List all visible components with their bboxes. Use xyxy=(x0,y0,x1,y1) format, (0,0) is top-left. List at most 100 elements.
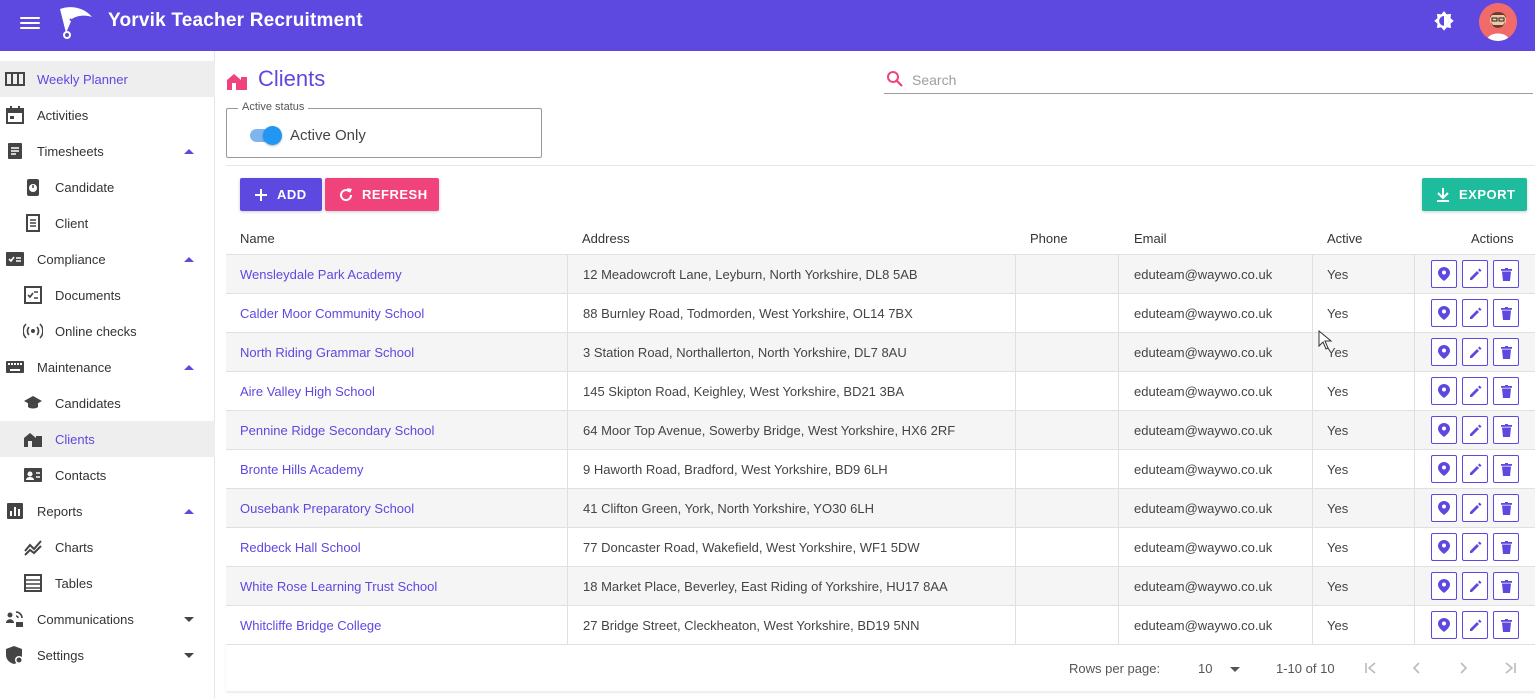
map-pin-icon[interactable] xyxy=(1431,260,1457,288)
sidebar-item-charts[interactable]: Charts xyxy=(0,529,215,565)
row-actions xyxy=(1414,255,1535,293)
shield-gear-icon xyxy=(6,646,23,664)
map-pin-icon[interactable] xyxy=(1431,572,1457,600)
edit-icon[interactable] xyxy=(1462,494,1488,522)
delete-icon[interactable] xyxy=(1493,572,1519,600)
client-phone xyxy=(1015,372,1118,410)
sidebar-item-clients[interactable]: Clients xyxy=(0,421,215,457)
client-name-link[interactable]: Aire Valley High School xyxy=(226,372,567,410)
map-pin-icon[interactable] xyxy=(1431,455,1457,483)
add-button[interactable]: ADD xyxy=(240,178,322,211)
sidebar-item-activities[interactable]: Activities xyxy=(0,97,215,133)
client-name-link[interactable]: Pennine Ridge Secondary School xyxy=(226,411,567,449)
active-only-toggle[interactable] xyxy=(249,126,283,145)
edit-icon[interactable] xyxy=(1462,533,1488,561)
column-header-name[interactable]: Name xyxy=(240,231,275,246)
sidebar-item-label: Tables xyxy=(55,575,93,591)
table-row: Calder Moor Community School 88 Burnley R… xyxy=(226,294,1535,333)
edit-icon[interactable] xyxy=(1462,416,1488,444)
client-phone xyxy=(1015,567,1118,605)
client-address: 145 Skipton Road, Keighley, West Yorkshi… xyxy=(567,372,1015,410)
map-pin-icon[interactable] xyxy=(1431,338,1457,366)
table-row: Wensleydale Park Academy 12 Meadowcroft L… xyxy=(226,255,1535,294)
edit-icon[interactable] xyxy=(1462,377,1488,405)
search-input[interactable] xyxy=(912,69,1512,91)
client-name-link[interactable]: Whitcliffe Bridge College xyxy=(226,606,567,644)
delete-icon[interactable] xyxy=(1493,260,1519,288)
refresh-button-label: REFRESH xyxy=(362,187,428,202)
rows-per-page-select[interactable]: 10 xyxy=(1198,661,1242,676)
client-name-link[interactable]: Ousebank Preparatory School xyxy=(226,489,567,527)
delete-icon[interactable] xyxy=(1493,455,1519,483)
edit-icon[interactable] xyxy=(1462,611,1488,639)
user-avatar[interactable] xyxy=(1479,3,1517,41)
map-pin-icon[interactable] xyxy=(1431,299,1457,327)
row-actions xyxy=(1414,333,1535,371)
sidebar-item-settings[interactable]: Settings xyxy=(0,637,215,673)
edit-icon[interactable] xyxy=(1462,260,1488,288)
sidebar-item-reports[interactable]: Reports xyxy=(0,493,215,529)
sidebar-item-maintenance[interactable]: Maintenance xyxy=(0,349,215,385)
client-name-link[interactable]: Redbeck Hall School xyxy=(226,528,567,566)
client-name-link[interactable]: Bronte Hills Academy xyxy=(226,450,567,488)
sidebar-item-candidates[interactable]: Candidates xyxy=(0,385,215,421)
column-header-address[interactable]: Address xyxy=(582,231,630,246)
mouse-cursor-icon xyxy=(1318,330,1332,350)
first-page-button[interactable] xyxy=(1360,657,1382,679)
graduation-cap-icon xyxy=(24,396,42,409)
delete-icon[interactable] xyxy=(1493,416,1519,444)
edit-icon[interactable] xyxy=(1462,572,1488,600)
client-name-link[interactable]: North Riding Grammar School xyxy=(226,333,567,371)
client-name-link[interactable]: Calder Moor Community School xyxy=(226,294,567,332)
edit-icon[interactable] xyxy=(1462,338,1488,366)
client-email: eduteam@waywo.co.uk xyxy=(1118,255,1313,293)
divider xyxy=(226,165,1535,166)
map-pin-icon[interactable] xyxy=(1431,611,1457,639)
client-name-link[interactable]: Wensleydale Park Academy xyxy=(226,255,567,293)
last-page-button[interactable] xyxy=(1499,657,1521,679)
delete-icon[interactable] xyxy=(1493,377,1519,405)
prev-page-button[interactable] xyxy=(1406,657,1428,679)
sidebar-item-communications[interactable]: Communications xyxy=(0,601,215,637)
column-header-phone[interactable]: Phone xyxy=(1030,231,1068,246)
export-button[interactable]: EXPORT xyxy=(1422,178,1527,211)
sidebar-item-client[interactable]: Client xyxy=(0,205,215,241)
delete-icon[interactable] xyxy=(1493,611,1519,639)
sidebar-item-candidate[interactable]: Candidate xyxy=(0,169,215,205)
client-address: 64 Moor Top Avenue, Sowerby Bridge, West… xyxy=(567,411,1015,449)
client-address: 9 Haworth Road, Bradford, West Yorkshire… xyxy=(567,450,1015,488)
map-pin-icon[interactable] xyxy=(1431,416,1457,444)
map-pin-icon[interactable] xyxy=(1431,494,1457,522)
map-pin-icon[interactable] xyxy=(1431,377,1457,405)
sidebar-item-contacts[interactable]: Contacts xyxy=(0,457,215,493)
client-phone xyxy=(1015,489,1118,527)
column-header-active[interactable]: Active xyxy=(1327,231,1362,246)
sidebar-item-timesheets[interactable]: Timesheets xyxy=(0,133,215,169)
sidebar-item-online-checks[interactable]: Online checks xyxy=(0,313,215,349)
edit-icon[interactable] xyxy=(1462,299,1488,327)
delete-icon[interactable] xyxy=(1493,299,1519,327)
theme-toggle-icon[interactable] xyxy=(1431,9,1457,35)
delete-icon[interactable] xyxy=(1493,533,1519,561)
delete-icon[interactable] xyxy=(1493,494,1519,522)
sidebar-item-label: Settings xyxy=(37,647,84,663)
sidebar-item-tables[interactable]: Tables xyxy=(0,565,215,601)
sidebar-item-documents[interactable]: Documents xyxy=(0,277,215,313)
refresh-button[interactable]: REFRESH xyxy=(325,178,439,211)
client-name-link[interactable]: White Rose Learning Trust School xyxy=(226,567,567,605)
edit-icon[interactable] xyxy=(1462,455,1488,483)
sidebar-item-weekly-planner[interactable]: Weekly Planner xyxy=(0,61,215,97)
table-row: Bronte Hills Academy 9 Haworth Road, Brad… xyxy=(226,450,1535,489)
column-header-email[interactable]: Email xyxy=(1134,231,1167,246)
client-active: Yes xyxy=(1312,450,1414,488)
table-row: North Riding Grammar School 3 Station Roa… xyxy=(226,333,1535,372)
map-pin-icon[interactable] xyxy=(1431,533,1457,561)
next-page-button[interactable] xyxy=(1452,657,1474,679)
menu-icon[interactable] xyxy=(20,14,40,34)
sidebar-item-compliance[interactable]: Compliance xyxy=(0,241,215,277)
table-row: Pennine Ridge Secondary School 64 Moor To… xyxy=(226,411,1535,450)
row-actions xyxy=(1414,372,1535,410)
delete-icon[interactable] xyxy=(1493,338,1519,366)
client-active: Yes xyxy=(1312,372,1414,410)
page-title: Clients xyxy=(258,66,326,91)
